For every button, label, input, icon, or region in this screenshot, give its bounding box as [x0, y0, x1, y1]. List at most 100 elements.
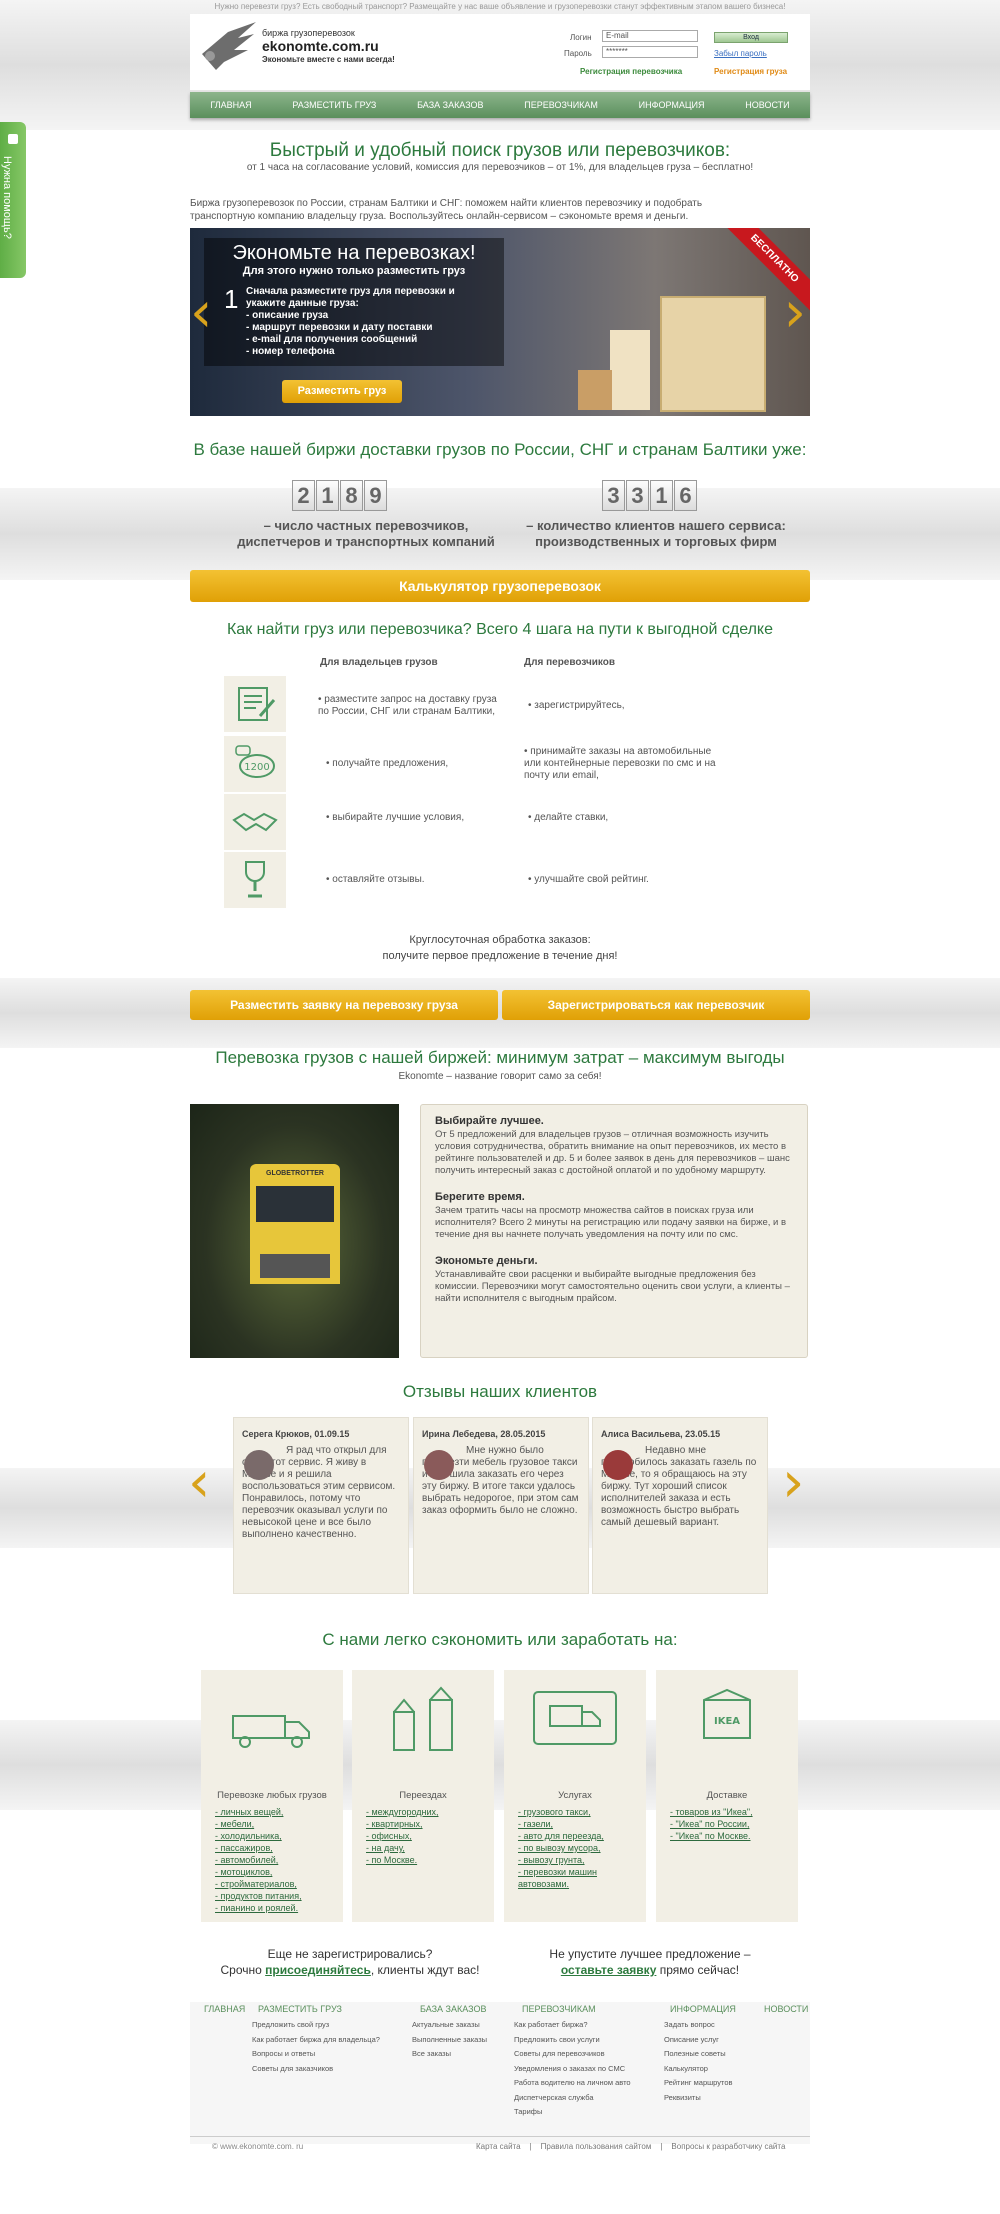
service-link[interactable]: - мебели,: [215, 1818, 302, 1830]
service-link[interactable]: - по вывозу мусора,: [518, 1842, 646, 1854]
service-link[interactable]: - товаров из "Икеа",: [670, 1806, 753, 1818]
service-link[interactable]: - газели,: [518, 1818, 646, 1830]
footer-head[interactable]: НОВОСТИ: [764, 2004, 808, 2014]
nav-item-home[interactable]: ГЛАВНАЯ: [210, 100, 251, 110]
boxes-illustration: [570, 290, 770, 416]
reviews-next-arrow-icon[interactable]: ›: [782, 1450, 804, 1515]
footer-link[interactable]: Диспетчерская служба: [514, 2091, 631, 2106]
nav-item-info[interactable]: ИНФОРМАЦИЯ: [639, 100, 705, 110]
footer-link[interactable]: Описание услуг: [664, 2033, 732, 2048]
footer-link[interactable]: Выполненные заказы: [412, 2033, 487, 2048]
handshake-icon: [232, 812, 278, 832]
service-link[interactable]: - квартирных,: [366, 1818, 439, 1830]
forgot-password-link[interactable]: Забыл пароль: [714, 49, 767, 58]
banner-item: - e-mail для получения сообщений: [246, 334, 418, 345]
sitemap-link[interactable]: Карта сайта: [476, 2142, 521, 2151]
nav-item-post-cargo[interactable]: РАЗМЕСТИТЬ ГРУЗ: [292, 100, 376, 110]
banner-prev-arrow-icon[interactable]: ‹: [190, 280, 212, 345]
banner-step-text: Сначала разместите груз для перевозки и …: [246, 286, 455, 309]
footer-link[interactable]: Предложить свои услуги: [514, 2033, 631, 2048]
footer-link[interactable]: Полезные советы: [664, 2047, 732, 2062]
banner-post-cargo-button[interactable]: Разместить груз: [282, 380, 402, 403]
nav-item-orders[interactable]: БАЗА ЗАКАЗОВ: [417, 100, 483, 110]
join-left-text: , клиенты ждут вас!: [370, 1963, 480, 1977]
calculator-button[interactable]: Калькулятор грузоперевозок: [190, 570, 810, 602]
footer-link[interactable]: Работа водителю на личном авто: [514, 2076, 631, 2091]
cta-band: [0, 978, 1000, 1048]
reviews-prev-arrow-icon[interactable]: ‹: [188, 1450, 210, 1515]
footer-head[interactable]: БАЗА ЗАКАЗОВ: [420, 2004, 486, 2014]
register-cargo-link[interactable]: Регистрация груза: [714, 67, 787, 76]
avatar: [603, 1450, 633, 1480]
nav-item-news[interactable]: НОВОСТИ: [745, 100, 789, 110]
service-link[interactable]: - автомобилей,: [215, 1854, 302, 1866]
terms-link[interactable]: Правила пользования сайтом: [541, 2142, 652, 2151]
footer-head[interactable]: ПЕРЕВОЗЧИКАМ: [522, 2004, 596, 2014]
service-link[interactable]: - по Москве.: [366, 1854, 439, 1866]
service-link[interactable]: - офисных,: [366, 1830, 439, 1842]
benefit-text: Устанавливайте свои расценки и выбирайте…: [435, 1269, 790, 1304]
service-link[interactable]: - грузового такси,: [518, 1806, 646, 1818]
step-icon-box: [224, 852, 286, 908]
footer-link[interactable]: Советы для перевозчиков: [514, 2047, 631, 2062]
benefit-text: От 5 предложений для владельцев грузов –…: [435, 1129, 790, 1176]
footer-head[interactable]: ГЛАВНАЯ: [204, 2004, 245, 2014]
password-field[interactable]: *******: [602, 46, 698, 58]
eagle-logo-icon[interactable]: [198, 20, 258, 72]
site-header: биржа грузоперевозок ekonomte.com.ru Эко…: [190, 14, 810, 90]
footer-link[interactable]: Предложить свой груз: [252, 2018, 380, 2033]
login-label: Логин: [570, 33, 592, 42]
footer-link[interactable]: Тарифы: [514, 2105, 631, 2120]
leave-request-link[interactable]: оставьте заявку: [561, 1963, 657, 1977]
service-link[interactable]: - "Икеа" по Москве.: [670, 1830, 753, 1842]
footer-link[interactable]: Задать вопрос: [664, 2018, 732, 2033]
service-link[interactable]: - междугородних,: [366, 1806, 439, 1818]
service-link[interactable]: - "Икеа" по России,: [670, 1818, 753, 1830]
truck-sign: GLOBETROTTER: [266, 1170, 324, 1177]
register-carrier-button[interactable]: Зарегистрироваться как перевозчик: [502, 990, 810, 1020]
logo-tagline: биржа грузоперевозок: [262, 28, 355, 38]
footer-link[interactable]: Советы для заказчиков: [252, 2062, 380, 2077]
footer-link[interactable]: Актуальные заказы: [412, 2018, 487, 2033]
footer-head[interactable]: ИНФОРМАЦИЯ: [670, 2004, 736, 2014]
services-band: [0, 1720, 1000, 1810]
register-carrier-link[interactable]: Регистрация перевозчика: [580, 67, 682, 76]
service-link[interactable]: - личных вещей,: [215, 1806, 302, 1818]
join-link[interactable]: присоединяйтесь: [265, 1963, 371, 1977]
service-link[interactable]: - авто для переезда,: [518, 1830, 646, 1842]
footer-head[interactable]: РАЗМЕСТИТЬ ГРУЗ: [258, 2004, 342, 2014]
footer-link[interactable]: Реквизиты: [664, 2091, 732, 2106]
join-left-line1: Еще не зарегистрировались?: [267, 1947, 433, 1961]
developer-link[interactable]: Вопросы к разработчику сайта: [671, 2142, 785, 2151]
service-link[interactable]: - продуктов питания,: [215, 1890, 302, 1902]
footer-link[interactable]: Рейтинг маршрутов: [664, 2076, 732, 2091]
post-request-button[interactable]: Разместить заявку на перевозку груза: [190, 990, 498, 1020]
copyright: © www.ekonomte.com. ru: [212, 2142, 304, 2151]
service-link[interactable]: - перевозки машин автовозами.: [518, 1866, 646, 1890]
email-field[interactable]: E-mail: [602, 30, 698, 42]
step-icon-box: 1200: [224, 736, 286, 792]
footer-link[interactable]: Вопросы и ответы: [252, 2047, 380, 2062]
step-icon-box: [224, 676, 286, 732]
service-link[interactable]: - пассажиров,: [215, 1842, 302, 1854]
login-button[interactable]: Вход: [714, 32, 788, 43]
banner-next-arrow-icon[interactable]: ›: [784, 280, 806, 345]
service-link[interactable]: - на дачу,: [366, 1842, 439, 1854]
footer-link[interactable]: Все заказы: [412, 2047, 487, 2062]
chat-icon: 1200: [235, 745, 275, 778]
footer-link[interactable]: Уведомления о заказах по СМС: [514, 2062, 631, 2077]
footer-link[interactable]: Как работает биржа для владельца?: [252, 2033, 380, 2048]
service-link[interactable]: - пианино и роялей.: [215, 1902, 302, 1914]
main-nav: ГЛАВНАЯ РАЗМЕСТИТЬ ГРУЗ БАЗА ЗАКАЗОВ ПЕР…: [190, 92, 810, 118]
service-link[interactable]: - стройматериалов,: [215, 1878, 302, 1890]
banner-subtitle: Для этого нужно только разместить груз: [242, 265, 466, 277]
nav-item-carriers[interactable]: ПЕРЕВОЗЧИКАМ: [524, 100, 598, 110]
carrier-step: • зарегистрируйтесь,: [528, 700, 625, 711]
footer-link[interactable]: Калькулятор: [664, 2062, 732, 2077]
password-label: Пароль: [564, 49, 592, 58]
help-tab-label: Нужна помощь?: [1, 156, 13, 239]
service-link[interactable]: - холодильника,: [215, 1830, 302, 1842]
footer-link[interactable]: Как работает биржа?: [514, 2018, 631, 2033]
service-link[interactable]: - мотоциклов,: [215, 1866, 302, 1878]
service-link[interactable]: - вывозу грунта,: [518, 1854, 646, 1866]
